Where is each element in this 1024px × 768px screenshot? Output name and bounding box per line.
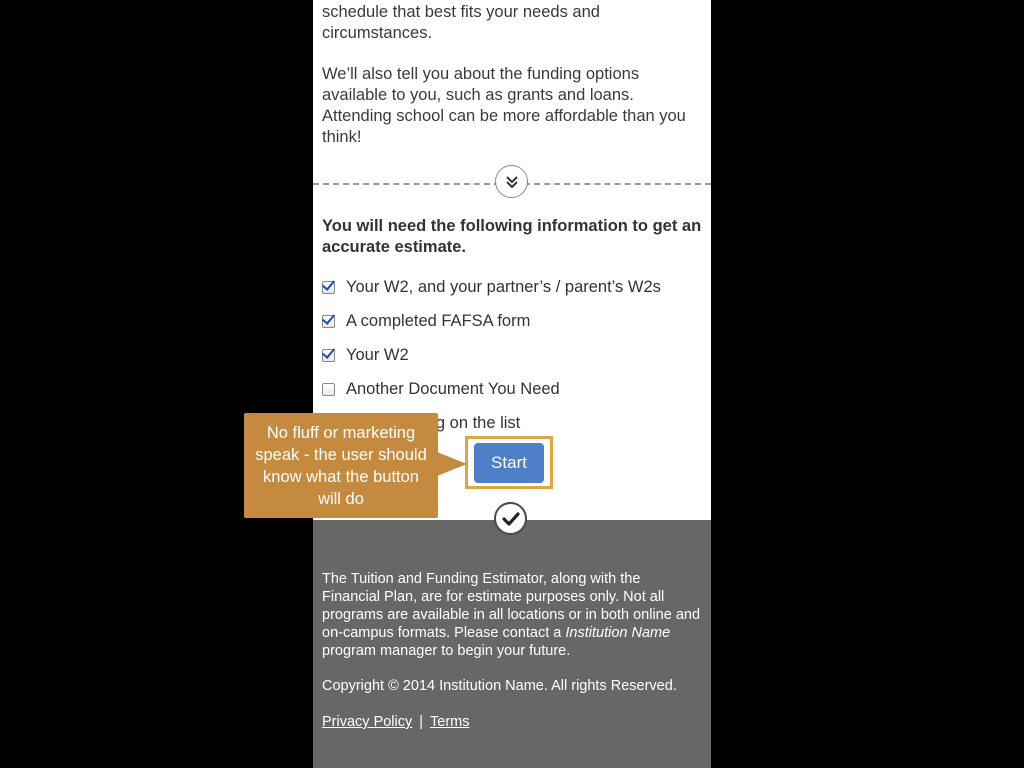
checkbox-checked[interactable]	[322, 280, 335, 294]
terms-link[interactable]: Terms	[430, 714, 469, 730]
checklist-item-label: A completed FAFSA form	[346, 311, 531, 330]
intro-paragraph-2: We’ll also tell you about the funding op…	[322, 65, 686, 146]
checklist-item-label: Your W2, and your partner’s / parent’s W…	[346, 277, 661, 296]
disclaimer-text-end: program manager to begin your future.	[322, 643, 571, 659]
annotation-callout: No fluff or marketing speak - the user s…	[244, 413, 438, 518]
footer: The Tuition and Funding Estimator, along…	[313, 520, 711, 768]
footer-links: Privacy Policy | Terms	[322, 713, 470, 731]
privacy-policy-link[interactable]: Privacy Policy	[322, 714, 412, 730]
checklist-item-label: Your W2	[346, 345, 409, 364]
checkbox-unchecked[interactable]	[322, 382, 335, 396]
checklist-item[interactable]: A completed FAFSA form	[322, 304, 702, 338]
intro-paragraph-1: through school. You can pick the course …	[322, 3, 600, 42]
disclaimer-institution-name: Institution Name	[565, 625, 671, 641]
checkmark-icon	[494, 502, 527, 535]
checklist-item[interactable]: Another Document You Need	[322, 372, 702, 406]
intro-text: through school. You can pick the course …	[322, 0, 702, 168]
checkbox-checked[interactable]	[322, 314, 335, 328]
footer-disclaimer: The Tuition and Funding Estimator, along…	[322, 570, 702, 660]
requirements-heading: You will need the following information …	[322, 217, 702, 256]
checklist-item-label: Another Document You Need	[346, 379, 560, 398]
checklist-item[interactable]: Your W2, and your partner’s / parent’s W…	[322, 270, 702, 304]
checkbox-checked[interactable]	[322, 348, 335, 362]
checklist-item[interactable]: Your W2	[322, 338, 702, 372]
start-button[interactable]: Start	[474, 442, 544, 483]
start-button-highlight: Start	[465, 436, 553, 489]
footer-copyright: Copyright © 2014 Institution Name. All r…	[322, 678, 677, 694]
double-chevron-down-icon-glyph	[505, 175, 518, 188]
double-chevron-down-icon[interactable]	[495, 165, 528, 198]
checkmark-icon-glyph	[501, 511, 520, 526]
annotation-callout-arrow	[437, 452, 467, 476]
screen: through school. You can pick the course …	[0, 0, 1024, 768]
mobile-page: through school. You can pick the course …	[313, 0, 711, 768]
footer-link-separator: |	[419, 714, 424, 730]
